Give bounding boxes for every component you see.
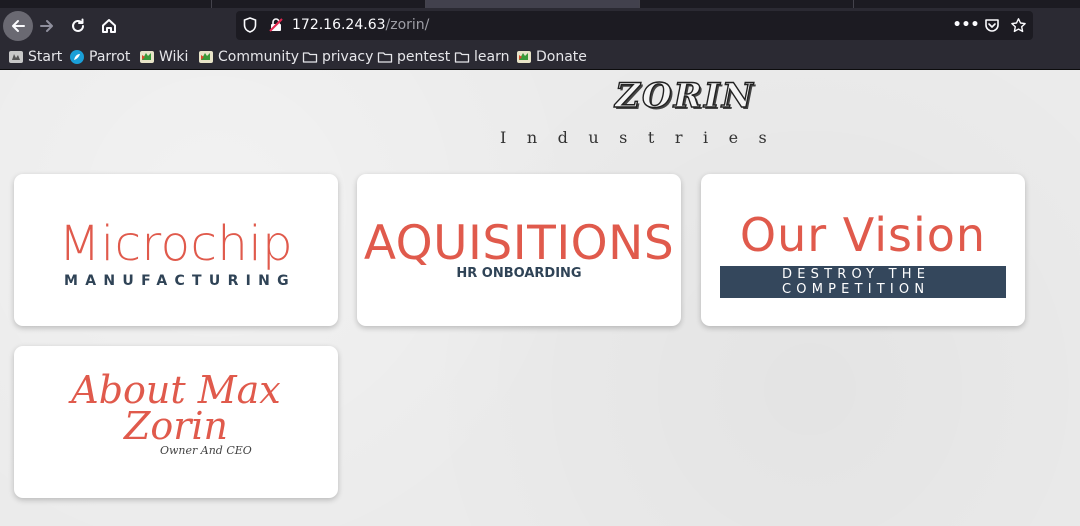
tracking-shield-icon[interactable] [240, 15, 260, 35]
bookmark-label: Parrot [89, 49, 131, 65]
card-title: Microchip [58, 216, 294, 272]
card-subtitle: MANUFACTURING [64, 273, 296, 289]
bookmark-donate[interactable]: Donate [516, 47, 587, 67]
bookmark-label: privacy [322, 49, 374, 65]
card-subtitle: Owner And CEO [160, 444, 252, 457]
bookmark-folder-privacy[interactable]: privacy [302, 47, 373, 67]
folder-icon [302, 52, 318, 63]
url-host: 172.16.24.63 [292, 17, 386, 33]
url-text[interactable]: 172.16.24.63/zorin/ [292, 17, 429, 33]
reload-icon [72, 18, 84, 32]
folder-icon [454, 52, 470, 63]
card-aquisitions[interactable]: AQUISITIONS HR ONBOARDING [357, 174, 681, 326]
site-logo-subtitle: Industries [500, 128, 788, 147]
bookmark-folder-pentest[interactable]: pentest [377, 47, 450, 67]
card-subtitle: HR ONBOARDING [456, 266, 582, 281]
bookmark-start[interactable]: Start [8, 47, 62, 67]
bookmarks-toolbar: Start Parrot Wiki Community privacy pent… [0, 44, 1080, 70]
tab[interactable] [212, 0, 426, 8]
vision-banner-line: COMPETITION [782, 282, 930, 297]
wiki-icon [140, 51, 154, 63]
bookmark-parrot[interactable]: Parrot [69, 47, 130, 67]
home-button[interactable] [94, 11, 124, 41]
bookmark-label: learn [474, 49, 510, 65]
card-title: AQUISITIONS [363, 216, 675, 271]
card-title-line: About Max [71, 368, 281, 412]
vision-banner: DESTROY THE COMPETITION [720, 266, 1006, 298]
bookmark-folder-learn[interactable]: learn [454, 47, 509, 67]
reload-button[interactable] [63, 11, 93, 41]
card-our-vision[interactable]: Our Vision DESTROY THE COMPETITION [701, 174, 1025, 326]
bookmark-star-icon[interactable] [1008, 15, 1028, 35]
back-button[interactable] [3, 11, 33, 41]
bookmark-label: Community [218, 49, 300, 65]
url-path: /zorin/ [385, 17, 430, 33]
url-bar[interactable]: 172.16.24.63/zorin/ ••• [236, 11, 1033, 40]
bookmark-label: Donate [536, 49, 587, 65]
forward-button[interactable] [32, 11, 62, 41]
page-content: ZORIN Industries Microchip MANUFACTURING… [0, 70, 1080, 526]
home-icon [102, 19, 116, 33]
bookmark-label: pentest [397, 49, 451, 65]
start-icon [9, 51, 23, 63]
site-logo[interactable]: ZORIN [600, 75, 770, 116]
card-microchip[interactable]: Microchip MANUFACTURING [14, 174, 338, 326]
arrow-left-icon [12, 20, 25, 32]
bookmark-community[interactable]: Community [198, 47, 299, 67]
card-title: Our Vision [739, 208, 987, 262]
tab[interactable] [640, 0, 854, 8]
page-actions-menu-icon[interactable]: ••• [953, 15, 980, 35]
card-title: About Max Zorin [14, 368, 338, 448]
bookmark-wiki[interactable]: Wiki [139, 47, 188, 67]
tab[interactable] [0, 0, 212, 8]
parrot-icon [70, 50, 84, 64]
navigation-toolbar: 172.16.24.63/zorin/ ••• [0, 8, 1080, 44]
pocket-icon[interactable] [982, 15, 1002, 35]
vision-banner-line: DESTROY THE [782, 267, 931, 282]
community-icon [199, 51, 213, 63]
donate-icon [517, 51, 531, 63]
bookmark-label: Wiki [159, 49, 189, 65]
folder-icon [377, 52, 393, 63]
insecure-lock-icon[interactable] [266, 15, 286, 35]
card-title-line: Zorin [123, 404, 229, 448]
tab-strip [0, 0, 1080, 8]
card-about-max-zorin[interactable]: About Max Zorin Owner And CEO [14, 346, 338, 498]
arrow-right-icon [40, 20, 53, 32]
bookmark-label: Start [28, 49, 63, 65]
tab-active[interactable] [426, 0, 640, 8]
